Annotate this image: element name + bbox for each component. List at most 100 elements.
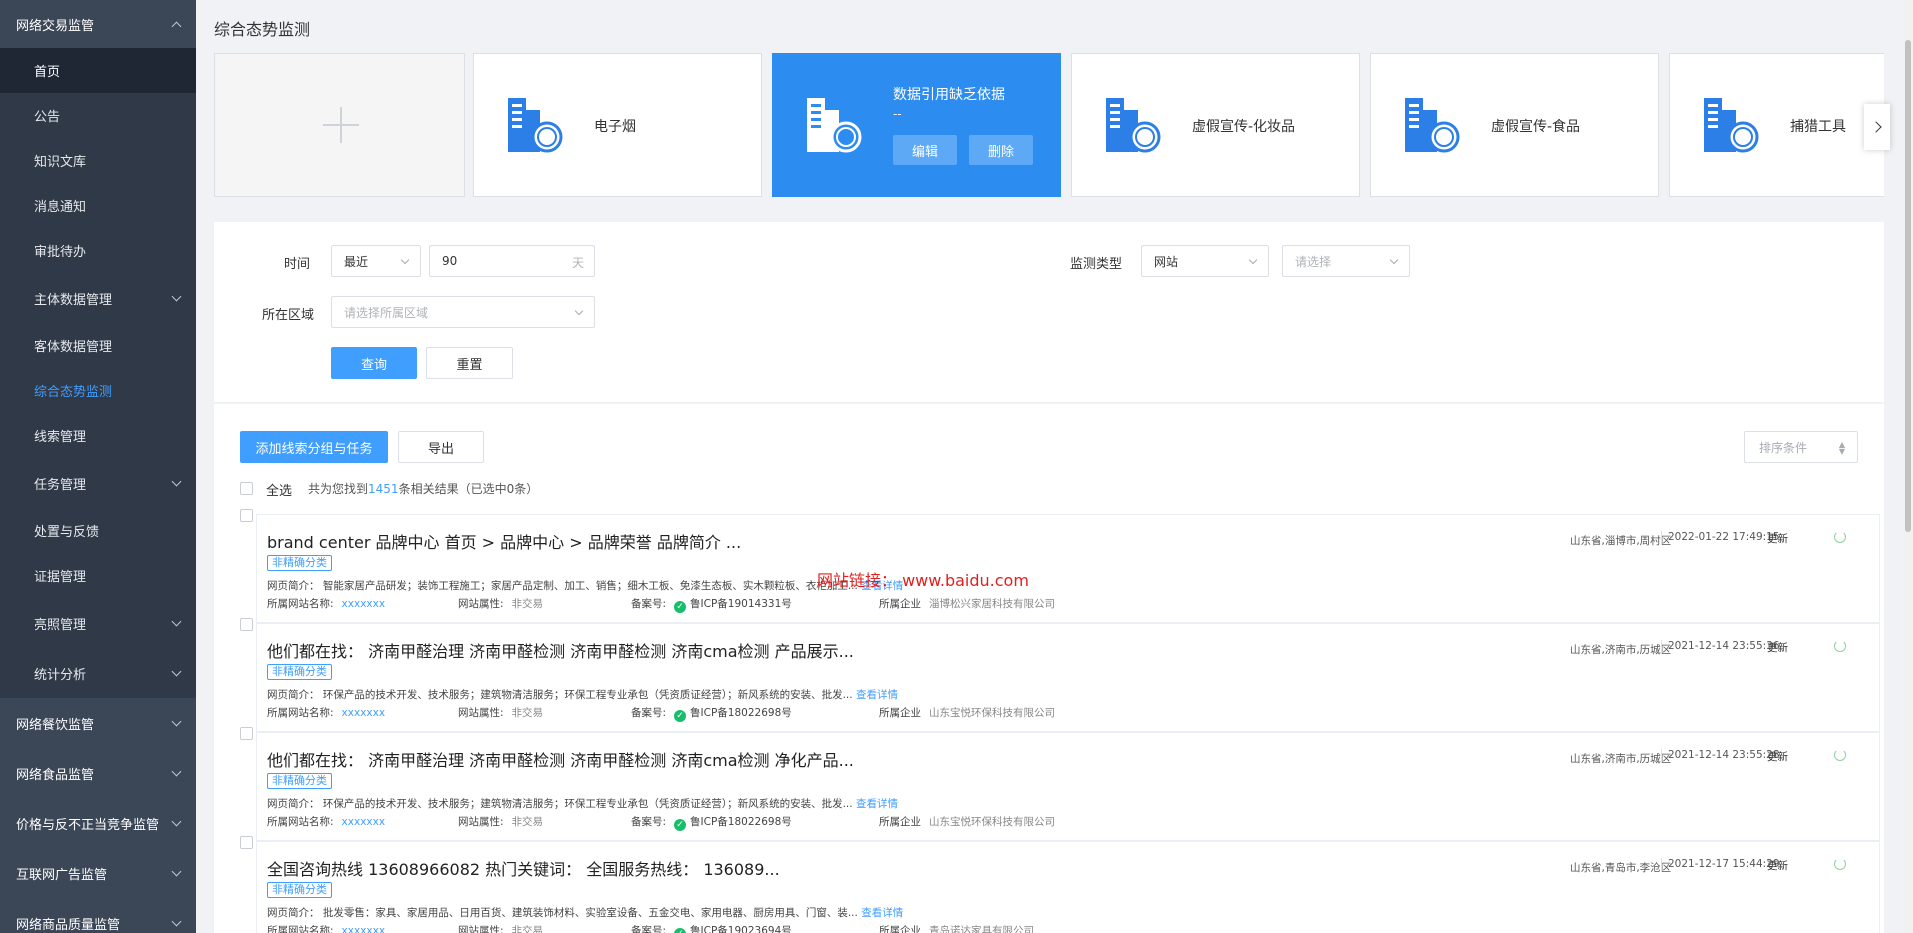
- view-details-link[interactable]: 查看详情: [856, 689, 898, 701]
- record-value: 鲁ICP备18022698号: [690, 816, 792, 828]
- add-group-card[interactable]: [214, 53, 465, 197]
- scrollbar-thumb[interactable]: [1905, 40, 1911, 532]
- view-details-link[interactable]: 查看详情: [856, 798, 898, 810]
- site-name-field: 所属网站名称: xxxxxxx: [267, 814, 385, 829]
- chevron-down-icon: [171, 616, 182, 626]
- sidebar-group-network-trade[interactable]: 网络交易监管: [0, 0, 196, 48]
- chevron-right-icon: [1869, 121, 1882, 133]
- site-attr-value: 非交易: [511, 816, 544, 828]
- chevron-down-icon: [574, 306, 584, 316]
- building-icon: [1106, 98, 1161, 153]
- site-name-link[interactable]: xxxxxxx: [342, 707, 386, 719]
- summary-suffix: 条相关结果（已选中0条）: [398, 482, 539, 496]
- select-all-checkbox[interactable]: [240, 482, 253, 495]
- site-name-link[interactable]: xxxxxxx: [342, 816, 386, 828]
- add-clue-group-button[interactable]: 添加线索分组与任务: [240, 431, 388, 463]
- divider: [1661, 531, 1662, 545]
- sidebar-item-subject-data[interactable]: 主体数据管理: [0, 273, 196, 323]
- card-label: 捕猎工具: [1790, 119, 1846, 135]
- sidebar-item-disposal[interactable]: 处置与反馈: [0, 508, 196, 553]
- site-attr-value: 非交易: [511, 598, 544, 610]
- group-card-selected[interactable]: 数据引用缺乏依据 -- 编辑 删除: [772, 53, 1061, 197]
- time-days-input[interactable]: 90 天: [429, 245, 595, 277]
- sidebar-item-home[interactable]: 首页: [0, 48, 196, 93]
- sidebar-item-notice[interactable]: 公告: [0, 93, 196, 138]
- result-title[interactable]: brand center 品牌中心 首页 > 品牌中心 > 品牌荣誉 品牌简介 …: [267, 529, 741, 553]
- delete-button[interactable]: 删除: [969, 135, 1033, 165]
- sidebar-item-clues[interactable]: 线索管理: [0, 413, 196, 458]
- sidebar-item-statistics[interactable]: 统计分析: [0, 648, 196, 698]
- sidebar-group-price[interactable]: 价格与反不正当竞争监管: [0, 798, 196, 848]
- site-name-label: 所属网站名称:: [267, 816, 334, 828]
- query-button[interactable]: 查询: [331, 347, 417, 379]
- result-title[interactable]: 全国咨询热线 13608966082 热门关键词： 全国服务热线： 136089…: [267, 856, 780, 880]
- monitor-type-select[interactable]: 网站: [1141, 245, 1269, 277]
- sidebar-item-library[interactable]: 知识文库: [0, 138, 196, 183]
- record-field: 备案号: ✓鲁ICP备19023694号: [631, 923, 792, 933]
- update-button[interactable]: 更新: [1767, 640, 1788, 655]
- sidebar-group-quality[interactable]: 网络商品质量监管: [0, 898, 196, 933]
- row-checkbox[interactable]: [240, 509, 253, 522]
- sidebar-item-label: 证据管理: [34, 570, 87, 585]
- sidebar-item-situation-monitor[interactable]: 综合态势监测: [0, 368, 196, 413]
- edit-button[interactable]: 编辑: [893, 135, 957, 165]
- sidebar-item-messages[interactable]: 消息通知: [0, 183, 196, 228]
- summary-prefix: 共为您找到: [308, 482, 369, 496]
- company-value: 山东宝悦环保科技有限公司: [929, 816, 1055, 828]
- result-desc: 网页简介： 环保产品的技术开发、技术服务；建筑物清洁服务；环保工程专业承包（凭资…: [267, 687, 898, 702]
- result-title[interactable]: 他们都在找： 济南甲醛治理 济南甲醛检测 济南甲醛检测 济南cma检测 产品展示…: [267, 638, 854, 662]
- record-label: 备案号:: [631, 598, 667, 610]
- update-button[interactable]: 更新: [1767, 749, 1788, 764]
- group-card[interactable]: 电子烟: [473, 53, 762, 197]
- row-checkbox[interactable]: [240, 727, 253, 740]
- region-select[interactable]: 请选择所属区域: [331, 296, 595, 328]
- group-card[interactable]: 捕猎工具: [1669, 53, 1884, 197]
- sidebar-group-ads[interactable]: 互联网广告监管: [0, 848, 196, 898]
- site-name-label: 所属网站名称:: [267, 707, 334, 719]
- select-all-label: 全选: [266, 484, 293, 499]
- sidebar-group-label: 网络餐饮监管: [16, 717, 95, 733]
- sidebar-item-tasks[interactable]: 任务管理: [0, 458, 196, 508]
- update-button[interactable]: 更新: [1767, 858, 1788, 873]
- company-label: 所属企业: [879, 707, 921, 719]
- group-card[interactable]: 虚假宣传-化妆品: [1071, 53, 1360, 197]
- reset-button[interactable]: 重置: [426, 347, 513, 379]
- result-title[interactable]: 他们都在找： 济南甲醛治理 济南甲醛检测 济南甲醛检测 济南cma检测 净化产品…: [267, 747, 854, 771]
- chevron-down-icon: [171, 916, 182, 926]
- site-name-link[interactable]: xxxxxxx: [342, 925, 386, 933]
- sidebar-item-license[interactable]: 亮照管理: [0, 598, 196, 648]
- main-content: 综合态势监测 电子烟 数据引用缺乏依据 -- 编辑 删除 虚假宣传-化妆品 虚假…: [196, 0, 1913, 933]
- row-checkbox[interactable]: [240, 836, 253, 849]
- sidebar-item-evidence[interactable]: 证据管理: [0, 553, 196, 598]
- update-button[interactable]: 更新: [1767, 531, 1788, 546]
- company-label: 所属企业: [879, 816, 921, 828]
- site-attr-value: 非交易: [511, 707, 544, 719]
- monitor-subtype-select[interactable]: 请选择: [1282, 245, 1410, 277]
- sidebar-group-food[interactable]: 网络食品监管: [0, 748, 196, 798]
- card-label: 电子烟: [594, 119, 636, 135]
- loading-icon: [1834, 531, 1846, 543]
- export-button[interactable]: 导出: [398, 431, 484, 463]
- time-mode-select[interactable]: 最近: [331, 245, 421, 277]
- card-label: 数据引用缺乏依据: [893, 87, 1005, 103]
- sidebar-group-label: 网络交易监管: [16, 18, 95, 34]
- building-icon: [508, 98, 563, 153]
- chevron-down-icon: [171, 476, 182, 486]
- site-attr-label: 网站属性:: [458, 598, 504, 610]
- time-value: 2022-01-22 17:49:15: [1668, 531, 1780, 543]
- record-label: 备案号:: [631, 707, 667, 719]
- sort-placeholder: 排序条件: [1759, 440, 1808, 455]
- sort-select[interactable]: 排序条件 ▲ ▼: [1744, 431, 1858, 463]
- group-card[interactable]: 虚假宣传-食品: [1370, 53, 1659, 197]
- vertical-scrollbar[interactable]: [1903, 0, 1913, 933]
- sidebar-item-object-data[interactable]: 客体数据管理: [0, 323, 196, 368]
- sidebar-group-catering[interactable]: 网络餐饮监管: [0, 698, 196, 748]
- desc-label: 网页简介：: [267, 798, 320, 810]
- view-details-link[interactable]: 查看详情: [861, 907, 903, 919]
- row-checkbox[interactable]: [240, 618, 253, 631]
- card-label: 虚假宣传-食品: [1491, 119, 1581, 135]
- site-name-link[interactable]: xxxxxxx: [342, 598, 386, 610]
- sidebar-item-approval[interactable]: 审批待办: [0, 228, 196, 273]
- sidebar-submenu: 首页 公告 知识文库 消息通知 审批待办 主体数据管理 客体数据管理 综合态势监…: [0, 48, 196, 698]
- carousel-next-button[interactable]: [1864, 104, 1890, 150]
